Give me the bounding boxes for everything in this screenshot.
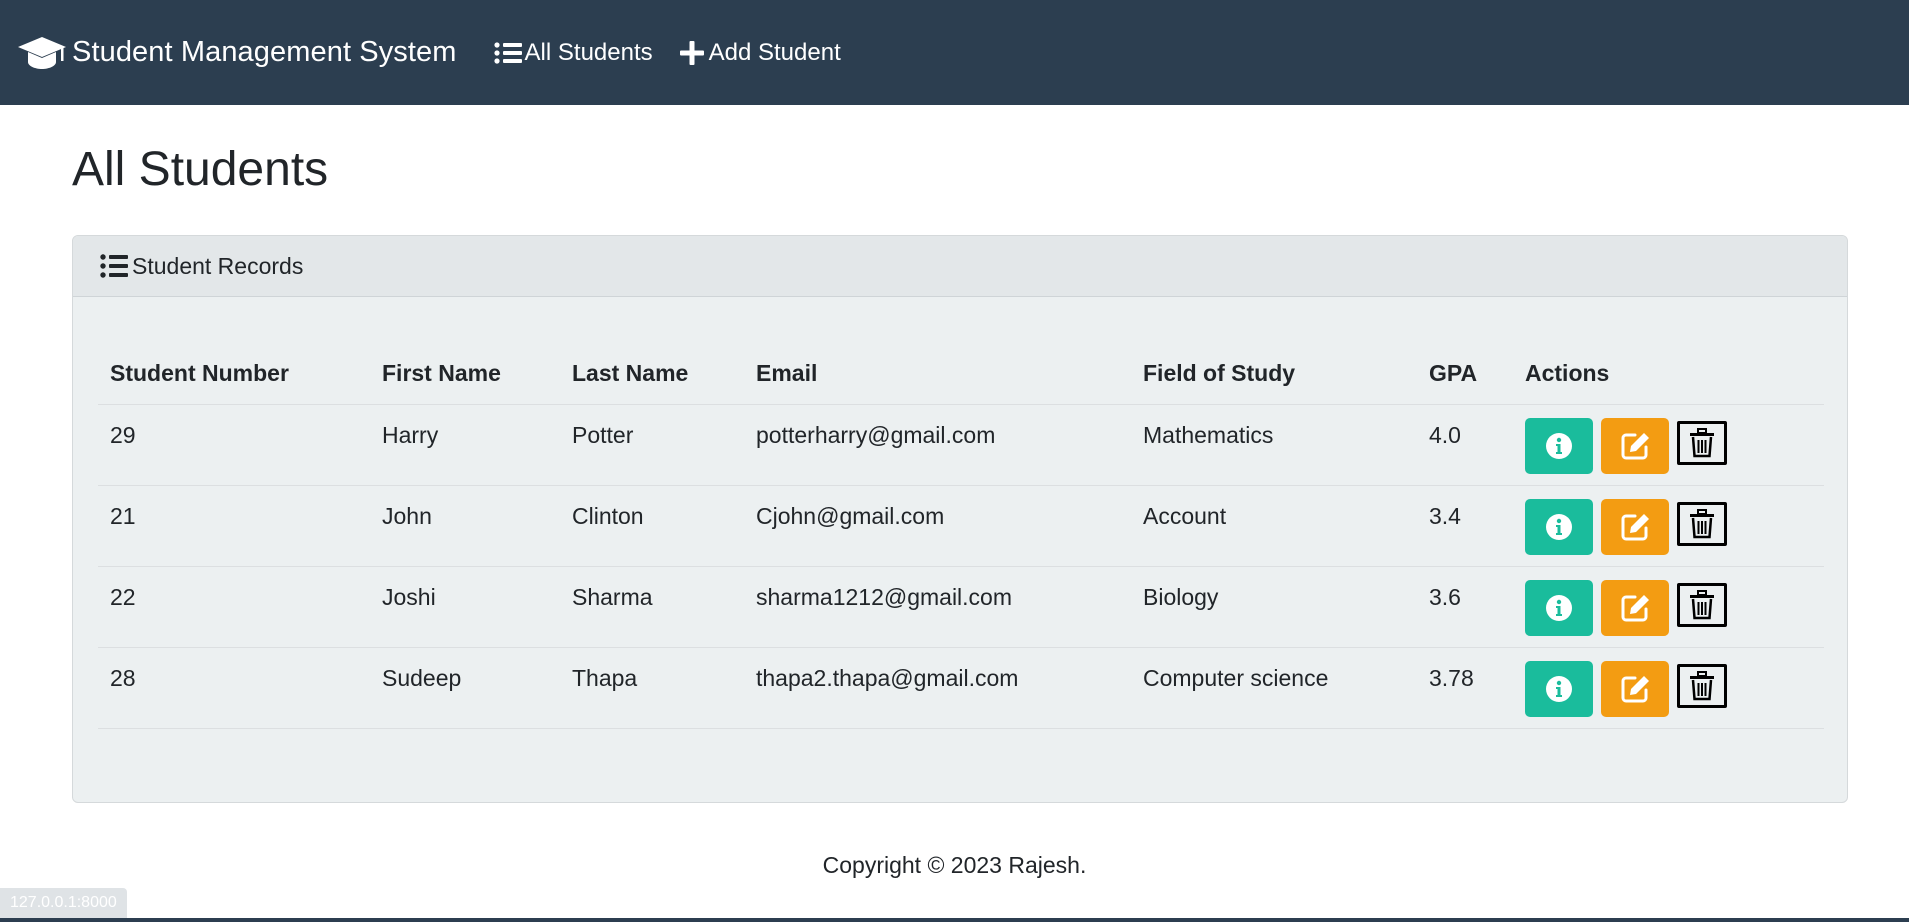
nav-all-students-label: All Students [524,38,653,66]
email: potterharry@gmail.com [744,404,1131,486]
table-header-row: Student Number First Name Last Name Emai… [98,344,1824,405]
footer-copyright: Copyright © 2023 Rajesh. [822,852,1087,878]
info-button[interactable] [1525,498,1593,555]
plus-icon [679,40,704,65]
column-header: Last Name [560,344,744,405]
delete-button[interactable] [1677,663,1727,708]
field-of-study: Account [1131,485,1417,567]
column-header: Actions [1513,344,1824,405]
list-icon [100,254,128,278]
delete-button[interactable] [1677,501,1727,546]
info-button[interactable] [1525,660,1593,717]
list-icon [493,41,522,64]
brand-link[interactable]: Student Management System [17,33,457,73]
email: Cjohn@gmail.com [744,485,1131,567]
trash-icon [1690,508,1714,538]
navbar: Student Management System All Students A… [0,0,1909,105]
table-row: 21 John Clinton Cjohn@gmail.com Account … [98,485,1824,567]
student-number: 28 [98,647,370,729]
actions-cell [1513,485,1824,567]
status-bar-url: 127.0.0.1:8000 [0,888,127,918]
table-row: 22 Joshi Sharma sharma1212@gmail.com Bio… [98,566,1824,648]
column-header: Field of Study [1131,344,1417,405]
edit-icon [1621,432,1649,459]
field-of-study: Mathematics [1131,404,1417,486]
student-records-card: Student Records Student Number First Nam… [72,235,1848,803]
edit-button[interactable] [1601,417,1669,474]
delete-button[interactable] [1677,420,1727,465]
edit-button[interactable] [1601,498,1669,555]
trash-icon [1690,589,1714,619]
first-name: John [370,485,560,567]
trash-icon [1690,427,1714,457]
gpa: 3.78 [1417,647,1513,729]
field-of-study: Biology [1131,566,1417,648]
edit-icon [1621,675,1649,702]
gpa: 3.4 [1417,485,1513,567]
table-row: 28 Sudeep Thapa thapa2.thapa@gmail.com C… [98,647,1824,729]
bottom-border [0,918,1909,922]
actions-cell [1513,566,1824,648]
column-header: GPA [1417,344,1513,405]
email: thapa2.thapa@gmail.com [744,647,1131,729]
edit-icon [1621,594,1649,621]
card-header-title: Student Records [132,252,304,279]
trash-icon [1690,670,1714,700]
column-header: Student Number [98,344,370,405]
info-icon [1546,675,1572,702]
nav-add-student-label: Add Student [708,38,841,66]
email: sharma1212@gmail.com [744,566,1131,648]
student-number: 22 [98,566,370,648]
page: Student Management System All Students A… [0,0,1909,922]
edit-button[interactable] [1601,660,1669,717]
field-of-study: Computer science [1131,647,1417,729]
last-name: Sharma [560,566,744,648]
first-name: Joshi [370,566,560,648]
delete-button[interactable] [1677,582,1727,627]
info-icon [1546,594,1572,621]
gpa: 3.6 [1417,566,1513,648]
info-icon [1546,432,1572,459]
table-row: 29 Harry Potter potterharry@gmail.com Ma… [98,404,1824,486]
column-header: First Name [370,344,560,405]
info-button[interactable] [1525,417,1593,474]
first-name: Harry [370,404,560,486]
card-header: Student Records [73,236,1847,297]
gpa: 4.0 [1417,404,1513,486]
info-button[interactable] [1525,579,1593,636]
graduation-cap-icon [18,36,66,69]
nav-add-student[interactable]: Add Student [677,38,841,68]
brand-name: Student Management System [72,36,457,68]
nav-all-students[interactable]: All Students [493,38,653,68]
edit-button[interactable] [1601,579,1669,636]
actions-cell [1513,647,1824,729]
info-icon [1546,513,1572,540]
page-title: All Students [72,143,329,196]
first-name: Sudeep [370,647,560,729]
student-number: 29 [98,404,370,486]
last-name: Clinton [560,485,744,567]
edit-icon [1621,513,1649,540]
column-header: Email [744,344,1131,405]
students-table: Student Number First Name Last Name Emai… [98,344,1824,729]
last-name: Thapa [560,647,744,729]
actions-cell [1513,404,1824,486]
last-name: Potter [560,404,744,486]
student-number: 21 [98,485,370,567]
